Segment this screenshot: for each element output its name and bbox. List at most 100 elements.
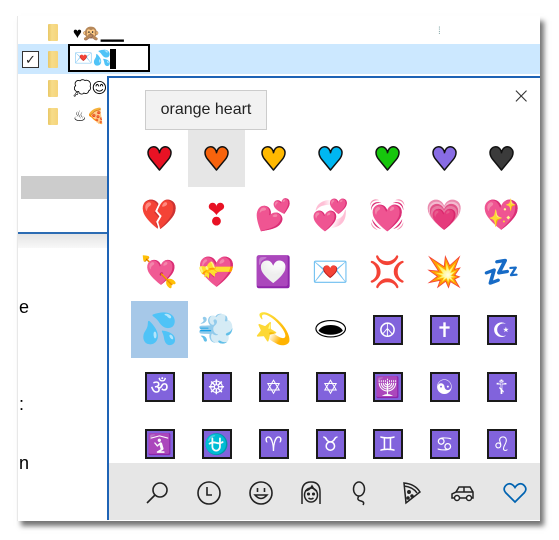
folder-icon	[48, 108, 58, 125]
emoji-beating-heart[interactable]: 💓	[359, 187, 416, 244]
emoji-black-heart[interactable]: ♥	[473, 130, 530, 187]
close-icon: ×	[512, 84, 531, 109]
emoji-red-heart[interactable]: ♥	[131, 130, 188, 187]
emoji-glyph: ✡	[258, 371, 289, 402]
emoji-dizzy[interactable]: 💫	[245, 301, 302, 358]
emoji-orthodox-cross[interactable]: ☦	[473, 358, 530, 415]
emoji-anger-symbol[interactable]: 💢	[359, 244, 416, 301]
category-transportation[interactable]	[449, 479, 477, 507]
emoji-glyph: ♊	[372, 428, 403, 459]
emoji-collision[interactable]: 💥	[416, 244, 473, 301]
emoji-star-of-david[interactable]: ✡	[245, 358, 302, 415]
text-caret	[110, 49, 116, 69]
emoji-green-heart[interactable]: ♥	[359, 130, 416, 187]
rename-input[interactable]: 💌💦	[68, 44, 150, 72]
emoji-heart-with-arrow[interactable]: 💘	[131, 244, 188, 301]
emoji-glyph: ♥	[429, 139, 459, 178]
emoji-glyph: ♥	[144, 139, 174, 178]
emoji-revolving-hearts[interactable]: 💞	[302, 187, 359, 244]
emoji-sweat-droplets[interactable]: 💦	[131, 301, 188, 358]
emoji-dashing-away[interactable]: 💨	[188, 301, 245, 358]
file-name: ♨🍕	[73, 108, 106, 125]
emoji-love-letter[interactable]: 💌	[302, 244, 359, 301]
emoji-zzz[interactable]: 💤	[473, 244, 530, 301]
heart-icon	[503, 482, 527, 504]
left-panel-text: e	[19, 297, 30, 317]
emoji-glyph: 💨	[197, 311, 236, 347]
emoji-broken-heart[interactable]: 💔	[131, 187, 188, 244]
emoji-heart-with-ribbon[interactable]: 💝	[188, 244, 245, 301]
clock-icon	[197, 481, 221, 505]
emoji-glyph: 💟	[254, 254, 293, 290]
smiley-icon	[249, 481, 273, 505]
emoji-picker-panel: × orange heart ♥ ♥ ♥ ♥ ♥ ♥ ♥ 💔 ❣ 💕 💞 💓 💗 💖 💘 💝 💟 💌 💢 💥 💤 💦 💨 💫 🕳…	[107, 76, 540, 520]
emoji-om[interactable]: ॐ	[131, 358, 188, 415]
left-panel-text: :	[19, 394, 25, 414]
category-smileys[interactable]	[247, 479, 275, 507]
emoji-glyph: ☯	[429, 371, 460, 402]
emoji-glyph: 🕎	[372, 371, 403, 402]
emoji-glyph: 💢	[368, 254, 407, 290]
emoji-sparkling-heart[interactable]: 💖	[473, 187, 530, 244]
pizza-icon	[403, 482, 421, 505]
emoji-purple-heart[interactable]: ♥	[416, 130, 473, 187]
emoji-two-hearts[interactable]: 💕	[245, 187, 302, 244]
emoji-dotted-six-pointed-star[interactable]: ✡	[302, 358, 359, 415]
emoji-wheel-of-dharma[interactable]: ☸	[188, 358, 245, 415]
pane-shadow	[18, 234, 108, 248]
emoji-glyph: 💝	[197, 254, 236, 290]
emoji-glyph: ♥	[372, 139, 402, 178]
emoji-heavy-heart-exclamation[interactable]: ❣	[188, 187, 245, 244]
emoji-glyph: ✡	[315, 371, 346, 402]
emoji-glyph: 💫	[254, 311, 293, 347]
folder-icon	[48, 51, 58, 68]
emoji-glyph: ♥	[315, 139, 345, 178]
emoji-glyph: 💦	[140, 311, 179, 347]
emoji-glyph: ♌	[486, 428, 517, 459]
emoji-latin-cross[interactable]: ✝	[416, 301, 473, 358]
emoji-hole[interactable]: 🕳	[302, 301, 359, 358]
category-food[interactable]	[397, 479, 425, 507]
emoji-glyph: 💞	[311, 197, 350, 233]
emoji-glyph: 💤	[482, 254, 521, 290]
emoji-menorah[interactable]: 🕎	[359, 358, 416, 415]
emoji-glyph: ☦	[486, 371, 517, 402]
emoji-yellow-heart[interactable]: ♥	[245, 130, 302, 187]
category-people[interactable]	[297, 479, 325, 507]
file-name: ♥🙊▁▁	[73, 25, 124, 42]
row-checkbox[interactable]: ✓	[22, 51, 39, 68]
balloon-icon	[352, 481, 366, 506]
emoji-yin-yang[interactable]: ☯	[416, 358, 473, 415]
emoji-glyph: 💗	[425, 197, 464, 233]
emoji-growing-heart[interactable]: 💗	[416, 187, 473, 244]
emoji-glyph: 💖	[482, 197, 521, 233]
emoji-grid: ♥ ♥ ♥ ♥ ♥ ♥ ♥ 💔 ❣ 💕 💞 💓 💗 💖 💘 💝 💟 💌 💢 💥 💤 💦 💨 💫 🕳 ☮ ✝ ☪ ॐ ☸ ✡ ✡ 🕎 ☯ ☦ 🛐 ⛎ ♈ ♉ ♊…	[131, 130, 530, 472]
emoji-heart-decoration[interactable]: 💟	[245, 244, 302, 301]
emoji-glyph: ♈	[258, 428, 289, 459]
emoji-star-and-crescent[interactable]: ☪	[473, 301, 530, 358]
emoji-glyph: ♥	[201, 139, 231, 178]
person-icon	[301, 481, 321, 504]
category-search[interactable]	[143, 479, 171, 507]
close-button[interactable]: ×	[512, 86, 530, 108]
emoji-orange-heart[interactable]: ♥	[188, 130, 245, 187]
rename-input-text: 💌💦	[74, 50, 112, 67]
left-panel-text: n	[19, 453, 30, 473]
emoji-glyph: 🛐	[144, 428, 175, 459]
emoji-tooltip: orange heart	[145, 90, 267, 130]
horizontal-scrollbar[interactable]	[21, 176, 108, 199]
emoji-peace-symbol[interactable]: ☮	[359, 301, 416, 358]
emoji-glyph: ♥	[258, 139, 288, 178]
emoji-glyph: ✝	[429, 314, 460, 345]
folder-icon	[48, 80, 58, 97]
emoji-glyph: ☮	[372, 314, 403, 345]
emoji-glyph: ☸	[201, 371, 232, 402]
emoji-glyph: 💘	[140, 254, 179, 290]
category-symbols[interactable]	[501, 479, 529, 507]
category-celebrations[interactable]	[347, 479, 375, 507]
emoji-glyph: ♥	[486, 139, 516, 178]
emoji-blue-heart[interactable]: ♥	[302, 130, 359, 187]
emoji-glyph: 🕳	[311, 311, 350, 347]
category-recent[interactable]	[195, 479, 223, 507]
column-divider: ⁞	[438, 26, 441, 37]
